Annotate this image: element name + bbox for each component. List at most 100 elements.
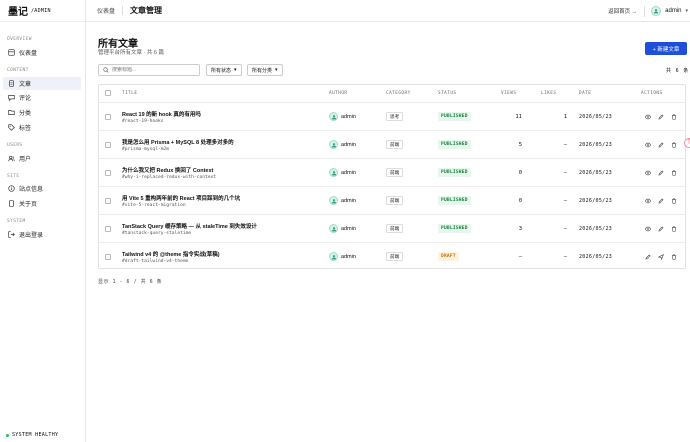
article-author: admin bbox=[329, 140, 356, 149]
article-date: 2026/05/23 bbox=[579, 254, 613, 260]
author-name: admin bbox=[341, 253, 356, 260]
likes-count: – bbox=[563, 254, 567, 260]
table-row[interactable]: Tailwind v4 的 @theme 指令实战(草稿) #draft-tai… bbox=[99, 243, 685, 271]
row-checkbox[interactable] bbox=[105, 170, 111, 176]
section-label-users: USERS bbox=[7, 143, 23, 148]
article-title[interactable]: React 19 的新 hook 真的有用吗 bbox=[122, 110, 201, 118]
article-slug: #prisma-mysql-m2m bbox=[122, 147, 170, 152]
edit-button[interactable] bbox=[657, 197, 664, 204]
edit-button[interactable] bbox=[657, 169, 664, 176]
category-badge: 前端 bbox=[386, 252, 404, 261]
trash-icon bbox=[671, 254, 676, 260]
article-title[interactable]: Tailwind v4 的 @theme 指令实战(草稿) bbox=[122, 250, 220, 258]
table-row[interactable]: 我是怎么用 Prisma + MySQL 8 处理多对多的 #prisma-my… bbox=[99, 131, 685, 159]
user-avatar[interactable] bbox=[651, 6, 662, 16]
row-checkbox[interactable] bbox=[105, 142, 111, 148]
column-header-likes[interactable]: LIKES bbox=[541, 85, 556, 102]
publish-button[interactable] bbox=[657, 253, 664, 260]
row-checkbox[interactable] bbox=[105, 198, 111, 204]
view-button[interactable] bbox=[644, 113, 651, 120]
column-header-date[interactable]: DATE bbox=[579, 85, 591, 102]
author-avatar bbox=[329, 168, 338, 177]
delete-button[interactable] bbox=[670, 225, 677, 232]
category-badge: 前端 bbox=[386, 196, 404, 205]
table-row[interactable]: 用 Vite 5 重构两年前的 React 项目踩到的几个坑 #vite-5-r… bbox=[99, 187, 685, 215]
views-count: 0 bbox=[518, 170, 522, 176]
author-name: admin bbox=[341, 113, 356, 120]
pencil-icon bbox=[658, 142, 663, 147]
delete-button[interactable] bbox=[670, 169, 677, 176]
edit-button[interactable] bbox=[657, 225, 664, 232]
header-user-name[interactable]: admin bbox=[665, 8, 681, 14]
column-header-views[interactable]: VIEWS bbox=[501, 85, 516, 102]
status-dot-icon bbox=[6, 433, 9, 437]
article-title[interactable]: 我是怎么用 Prisma + MySQL 8 处理多对多的 bbox=[122, 138, 234, 146]
article-title[interactable]: 用 Vite 5 重构两年前的 React 项目踩到的几个坑 bbox=[122, 194, 240, 202]
table-row[interactable]: TanStack Query 缓存策略 — 从 staleTime 到失效设计 … bbox=[99, 215, 685, 243]
row-checkbox[interactable] bbox=[105, 254, 111, 260]
view-button[interactable] bbox=[644, 197, 651, 204]
user-icon bbox=[331, 198, 336, 203]
select-all-checkbox[interactable] bbox=[105, 90, 111, 96]
category-badge: 思考 bbox=[386, 112, 404, 121]
breadcrumb-parent[interactable]: 仪表盘 bbox=[97, 6, 115, 15]
pencil-icon bbox=[658, 114, 663, 119]
chevron-down-icon: ▾ bbox=[234, 67, 237, 73]
table-row[interactable]: 为什么我又把 Redux 换回了 Context #why-i-replaced… bbox=[99, 159, 685, 187]
breadcrumb-divider bbox=[122, 6, 124, 15]
sidebar-item-tags[interactable]: 标签 bbox=[3, 121, 81, 134]
category-filter-select[interactable]: 所有分类 ▾ bbox=[247, 64, 283, 76]
page-icon bbox=[7, 200, 15, 208]
row-checkbox[interactable] bbox=[105, 114, 111, 120]
article-date: 2026/05/23 bbox=[579, 114, 613, 120]
view-button[interactable] bbox=[644, 225, 651, 232]
column-header-title[interactable]: TITLE bbox=[122, 85, 137, 102]
article-title[interactable]: TanStack Query 缓存策略 — 从 staleTime 到失效设计 bbox=[122, 222, 257, 230]
chevron-down-icon[interactable]: ▾ bbox=[685, 8, 688, 14]
views-count: 3 bbox=[518, 226, 522, 232]
edit-button[interactable] bbox=[657, 113, 664, 120]
new-article-button[interactable]: + 新建文章 bbox=[645, 42, 687, 55]
view-button[interactable] bbox=[644, 141, 651, 148]
sidebar-item-dashboard[interactable]: 仪表盘 bbox=[3, 46, 81, 59]
status-filter-select[interactable]: 所有状态 ▾ bbox=[206, 64, 242, 76]
sidebar-item-about[interactable]: 关于页 bbox=[3, 197, 81, 210]
search-input[interactable] bbox=[112, 67, 192, 73]
column-header-author[interactable]: AUTHOR bbox=[329, 85, 348, 102]
likes-count: 1 bbox=[563, 114, 567, 120]
edit-button[interactable] bbox=[657, 141, 664, 148]
delete-button[interactable] bbox=[670, 113, 677, 120]
row-checkbox[interactable] bbox=[105, 226, 111, 232]
column-header-status[interactable]: STATUS bbox=[438, 85, 457, 102]
column-header-category[interactable]: CATEGORY bbox=[386, 85, 411, 102]
sidebar-item-articles[interactable]: 文章 bbox=[3, 77, 81, 90]
article-author: admin bbox=[329, 168, 356, 177]
article-author: admin bbox=[329, 224, 356, 233]
view-button[interactable] bbox=[644, 169, 651, 176]
sidebar-item-categories[interactable]: 分类 bbox=[3, 106, 81, 119]
section-label-overview: OVERVIEW bbox=[7, 37, 32, 42]
eye-icon bbox=[644, 142, 651, 147]
brand[interactable]: 墨记 /ADMIN bbox=[0, 0, 85, 22]
search-box[interactable] bbox=[98, 64, 200, 76]
sidebar-item-logout[interactable]: 退出登录 bbox=[3, 228, 81, 241]
delete-button[interactable] bbox=[670, 197, 677, 204]
eye-icon bbox=[644, 114, 651, 119]
delete-button[interactable] bbox=[670, 253, 677, 260]
sidebar-item-comments[interactable]: 评论 bbox=[3, 91, 81, 104]
help-icon[interactable]: ? bbox=[684, 138, 690, 148]
sidebar-item-site-info[interactable]: 站点信息 bbox=[3, 182, 81, 195]
back-home-link[interactable]: 返回首页 → bbox=[608, 7, 637, 15]
pencil-icon bbox=[658, 170, 663, 175]
sidebar-item-users[interactable]: 用户 bbox=[3, 152, 81, 165]
article-title[interactable]: 为什么我又把 Redux 换回了 Context bbox=[122, 166, 213, 174]
author-avatar bbox=[329, 140, 338, 149]
author-avatar bbox=[329, 252, 338, 261]
delete-button[interactable] bbox=[670, 141, 677, 148]
status-badge: PUBLISHED bbox=[438, 112, 471, 121]
trash-icon bbox=[671, 142, 676, 148]
edit-button[interactable] bbox=[644, 253, 651, 260]
article-date: 2026/05/23 bbox=[579, 198, 613, 204]
table-row[interactable]: React 19 的新 hook 真的有用吗 #react-19-hooks a… bbox=[99, 103, 685, 131]
tag-icon bbox=[7, 124, 15, 132]
